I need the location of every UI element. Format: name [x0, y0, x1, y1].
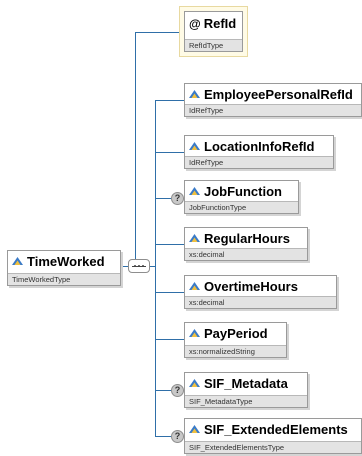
element-name: EmployeePersonalRefId: [204, 86, 353, 102]
child-branch: [155, 100, 184, 101]
attribute-branch: [135, 32, 179, 33]
schema-diagram: TimeWorked TimeWorkedType @ RefId RefIdT…: [0, 0, 362, 456]
element-type: SIF_MetadataType: [185, 395, 307, 407]
attribute-refid[interactable]: @ RefId RefIdType: [184, 11, 243, 52]
sequence-compositor-icon: [128, 259, 150, 273]
child-element[interactable]: SIF_Metadata SIF_MetadataType: [184, 372, 308, 408]
element-type: xs:decimal: [185, 248, 307, 260]
element-icon: [189, 142, 200, 150]
child-branch: [155, 292, 184, 293]
attribute-trunk: [135, 32, 136, 259]
element-icon: [12, 257, 23, 265]
element-name: SIF_Metadata: [204, 375, 288, 391]
element-type: SIF_ExtendedElementsType: [185, 441, 361, 453]
element-name: OvertimeHours: [204, 278, 298, 294]
element-name: LocationInfoRefId: [204, 138, 315, 154]
element-icon: [189, 425, 200, 433]
children-trunk: [155, 100, 156, 436]
element-icon: [189, 329, 200, 337]
optional-marker-icon: ?: [171, 192, 184, 205]
element-name: JobFunction: [204, 183, 282, 199]
element-type: TimeWorkedType: [8, 273, 120, 285]
child-element[interactable]: SIF_ExtendedElements SIF_ExtendedElement…: [184, 418, 362, 454]
child-branch: [155, 244, 184, 245]
child-element[interactable]: RegularHours xs:decimal: [184, 227, 308, 261]
element-icon: [189, 282, 200, 290]
element-icon: [189, 379, 200, 387]
child-element[interactable]: EmployeePersonalRefId IdRefType: [184, 83, 362, 117]
element-type: IdRefType: [185, 104, 361, 116]
element-icon: [189, 187, 200, 195]
element-type: JobFunctionType: [185, 201, 298, 213]
child-element[interactable]: OvertimeHours xs:decimal: [184, 275, 337, 309]
element-icon: [189, 234, 200, 242]
element-name: SIF_ExtendedElements: [204, 421, 348, 437]
element-icon: [189, 90, 200, 98]
child-element[interactable]: JobFunction JobFunctionType: [184, 180, 299, 214]
element-name: RegularHours: [204, 230, 290, 246]
root-element-timeworked[interactable]: TimeWorked TimeWorkedType: [7, 250, 121, 286]
attribute-name: RefId: [203, 16, 237, 31]
attribute-at-icon: @: [189, 16, 201, 31]
root-connector: [121, 266, 128, 267]
element-type: xs:normalizedString: [185, 345, 286, 357]
attribute-type: RefIdType: [185, 39, 242, 51]
element-type: xs:decimal: [185, 296, 336, 308]
child-branch: [155, 339, 184, 340]
child-element[interactable]: PayPeriod xs:normalizedString: [184, 322, 287, 358]
child-branch: [155, 152, 184, 153]
element-name: TimeWorked: [27, 253, 105, 269]
element-name: PayPeriod: [204, 325, 268, 341]
optional-marker-icon: ?: [171, 384, 184, 397]
optional-marker-icon: ?: [171, 430, 184, 443]
child-element[interactable]: LocationInfoRefId IdRefType: [184, 135, 334, 169]
element-type: IdRefType: [185, 156, 333, 168]
